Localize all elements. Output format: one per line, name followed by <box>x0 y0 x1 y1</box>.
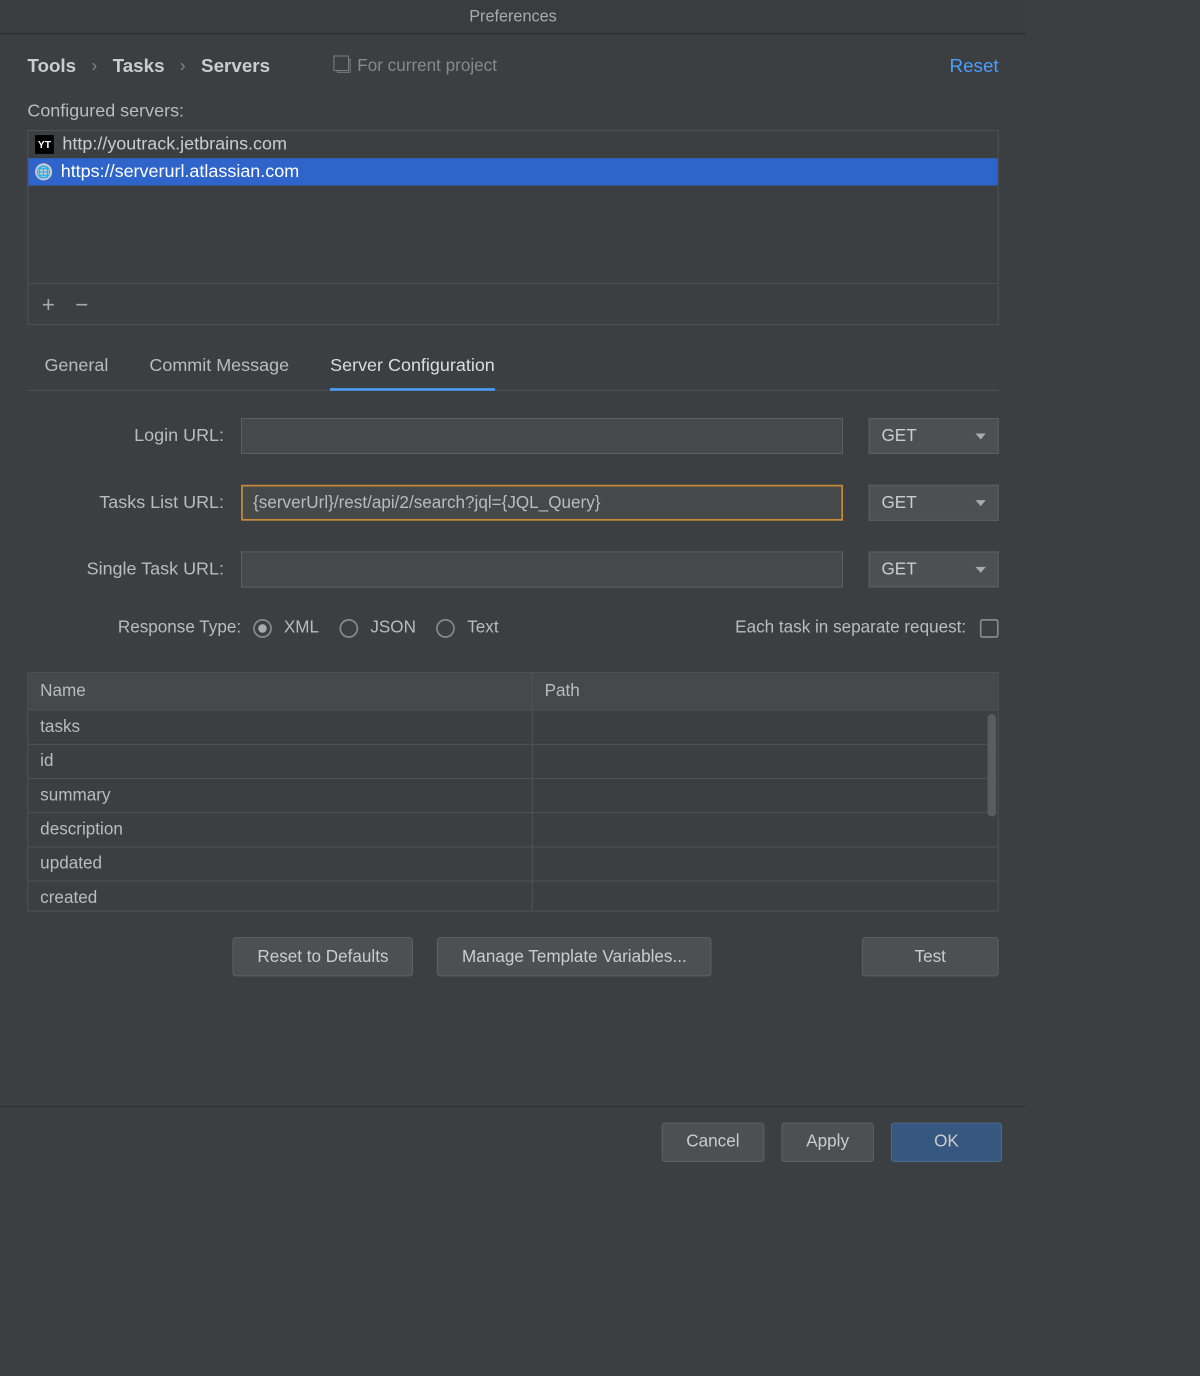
scrollbar-thumb[interactable] <box>988 714 997 817</box>
single-task-method-select[interactable]: GET <box>869 551 999 587</box>
dialog-footer: Cancel Apply OK <box>0 1106 1026 1176</box>
window-title: Preferences <box>0 0 1026 34</box>
copy-icon <box>337 59 351 73</box>
table-row[interactable]: summary <box>28 779 998 813</box>
manage-template-variables-button[interactable]: Manage Template Variables... <box>437 937 711 976</box>
add-server-button[interactable]: + <box>42 293 55 315</box>
server-url: http://youtrack.jetbrains.com <box>62 134 287 155</box>
response-type-text-label: Text <box>467 618 498 638</box>
column-header-path[interactable]: Path <box>533 673 998 710</box>
reset-link[interactable]: Reset <box>949 55 998 77</box>
response-type-text-radio[interactable] <box>436 619 455 638</box>
tabs: General Commit Message Server Configurat… <box>27 356 998 391</box>
table-row[interactable]: tasks <box>28 711 998 745</box>
response-type-xml-label: XML <box>284 618 319 638</box>
reset-to-defaults-button[interactable]: Reset to Defaults <box>233 937 414 976</box>
tasks-list-method-select[interactable]: GET <box>869 485 999 521</box>
response-type-json-radio[interactable] <box>340 619 359 638</box>
breadcrumb-tasks[interactable]: Tasks <box>113 55 165 77</box>
breadcrumb-tools[interactable]: Tools <box>27 55 76 77</box>
for-current-project-label: For current project <box>337 56 497 76</box>
tasks-list-url-label: Tasks List URL: <box>27 492 241 513</box>
login-url-input[interactable] <box>241 418 843 454</box>
cancel-button[interactable]: Cancel <box>662 1122 765 1161</box>
breadcrumb-servers[interactable]: Servers <box>201 55 270 77</box>
table-row[interactable]: created <box>28 882 998 912</box>
configured-servers-label: Configured servers: <box>27 101 998 122</box>
each-task-checkbox[interactable] <box>980 619 999 638</box>
response-type-label: Response Type: <box>70 618 241 638</box>
server-url: https://serverurl.atlassian.com <box>61 162 299 183</box>
single-task-url-label: Single Task URL: <box>27 559 241 580</box>
server-item-atlassian[interactable]: 🌐 https://serverurl.atlassian.com <box>28 158 998 185</box>
server-list[interactable]: YT http://youtrack.jetbrains.com 🌐 https… <box>27 130 998 284</box>
chevron-down-icon <box>976 566 986 572</box>
tab-server-configuration[interactable]: Server Configuration <box>330 356 495 391</box>
mapping-table: Name Path tasks id summary description u… <box>27 672 998 911</box>
ok-button[interactable]: OK <box>891 1122 1002 1161</box>
table-body: tasks id summary description updated cre… <box>28 711 998 912</box>
column-header-name[interactable]: Name <box>28 673 532 710</box>
server-item-youtrack[interactable]: YT http://youtrack.jetbrains.com <box>28 131 998 158</box>
server-list-toolbar: + − <box>27 284 998 325</box>
single-task-url-input[interactable] <box>241 551 843 587</box>
login-url-method-select[interactable]: GET <box>869 418 999 454</box>
each-task-label: Each task in separate request: <box>735 618 966 638</box>
test-button[interactable]: Test <box>862 937 999 976</box>
table-row[interactable]: id <box>28 745 998 779</box>
youtrack-icon: YT <box>35 135 54 154</box>
tasks-list-url-input[interactable] <box>241 485 843 521</box>
response-type-xml-radio[interactable] <box>253 619 272 638</box>
breadcrumb: Tools › Tasks › Servers For current proj… <box>27 55 998 77</box>
table-row[interactable]: description <box>28 813 998 847</box>
response-type-json-label: JSON <box>370 618 416 638</box>
table-row[interactable]: updated <box>28 847 998 881</box>
chevron-down-icon <box>976 500 986 506</box>
apply-button[interactable]: Apply <box>781 1122 873 1161</box>
breadcrumb-sep: › <box>180 56 186 76</box>
breadcrumb-sep: › <box>92 56 98 76</box>
globe-icon: 🌐 <box>35 163 52 180</box>
login-url-label: Login URL: <box>27 426 241 447</box>
chevron-down-icon <box>976 433 986 439</box>
tab-general[interactable]: General <box>44 356 108 390</box>
tab-commit-message[interactable]: Commit Message <box>149 356 289 390</box>
remove-server-button[interactable]: − <box>75 293 88 315</box>
